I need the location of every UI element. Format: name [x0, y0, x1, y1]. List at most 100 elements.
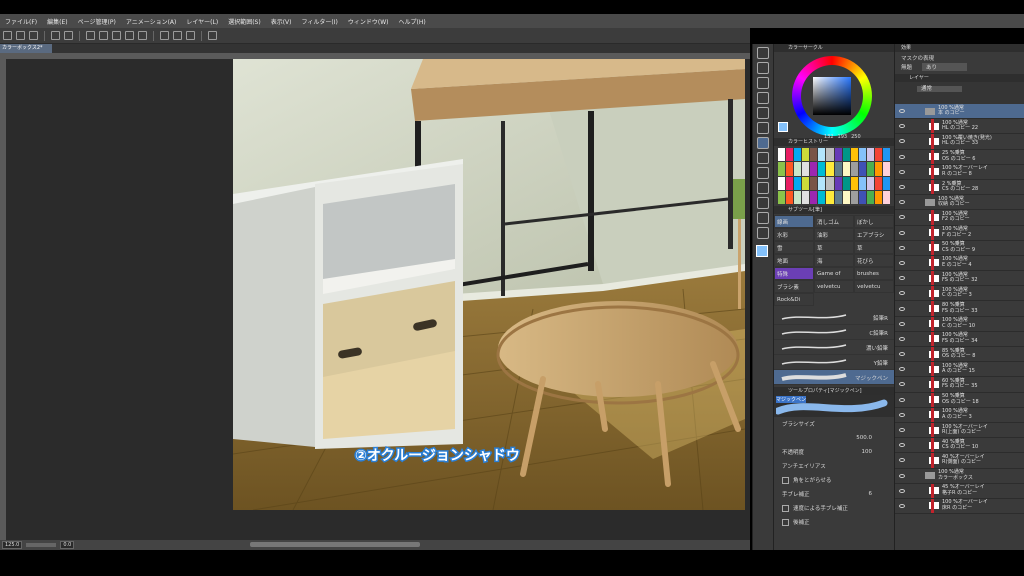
current-color-swatch[interactable] — [778, 122, 788, 132]
select-tool-icon[interactable] — [757, 92, 769, 104]
visibility-eye-icon[interactable] — [899, 473, 905, 478]
history-swatch[interactable] — [802, 162, 810, 176]
visibility-eye-icon[interactable] — [899, 443, 905, 448]
main-color-swatch[interactable] — [756, 245, 772, 261]
history-swatch[interactable] — [866, 190, 874, 204]
settings-icon[interactable] — [208, 31, 217, 40]
visibility-eye-icon[interactable] — [899, 124, 905, 129]
mask-dropdown[interactable]: あり — [922, 63, 968, 71]
visibility-eye-icon[interactable] — [899, 169, 905, 174]
redo-icon[interactable] — [64, 31, 73, 40]
history-swatch[interactable] — [874, 190, 882, 204]
post-checkbox[interactable] — [782, 518, 789, 526]
layer-folder[interactable]: 100 %通常本 のコピー — [895, 104, 1024, 120]
menu-item-2[interactable]: ページ管理(P) — [73, 17, 121, 26]
history-swatch[interactable] — [842, 148, 850, 162]
subtool-group-2[interactable]: エアブラシ — [854, 228, 894, 241]
zoom-slider[interactable] — [26, 543, 57, 547]
history-swatch[interactable] — [786, 176, 794, 190]
history-swatch[interactable] — [826, 148, 834, 162]
layer-row[interactable]: 100 %オーバーレイ 床R のコピー — [895, 498, 1024, 515]
layer-row[interactable]: 50 %乗算 CS のコピー 9 — [895, 240, 1024, 256]
subtool-group-0[interactable]: 水彩 — [774, 228, 814, 241]
zoom-value[interactable]: 125.0 — [2, 541, 23, 549]
history-swatch[interactable] — [778, 190, 786, 204]
layer-row[interactable]: 40 %乗算 CS のコピー 10 — [895, 438, 1024, 454]
subtool-group-15[interactable]: Rock&Di — [774, 293, 814, 306]
layer-row[interactable]: 2 %乗算 CS のコピー 28 — [895, 179, 1024, 196]
visibility-eye-icon[interactable] — [899, 352, 905, 357]
brush-tool-icon[interactable] — [757, 137, 769, 149]
menu-item-8[interactable]: ウィンドウ(W) — [343, 17, 394, 26]
visibility-eye-icon[interactable] — [899, 260, 905, 265]
subtool-tab-1[interactable]: 線画 — [774, 215, 814, 228]
history-swatch[interactable] — [810, 176, 818, 190]
fill-tool-icon[interactable] — [757, 167, 769, 179]
eraser-tool-icon[interactable] — [757, 152, 769, 164]
layer-row[interactable]: 50 %乗算 OS のコピー 18 — [895, 392, 1024, 408]
history-swatch[interactable] — [834, 148, 842, 162]
history-swatch[interactable] — [866, 148, 874, 162]
layer-row[interactable]: 60 %乗算 FS のコピー 35 — [895, 377, 1024, 393]
visibility-eye-icon[interactable] — [899, 306, 905, 311]
undo-icon[interactable] — [51, 31, 60, 40]
history-swatch[interactable] — [794, 176, 802, 190]
layer-row[interactable]: 100 %通常 FS のコピー 34 — [895, 331, 1024, 347]
menu-item-0[interactable]: ファイル(F) — [0, 17, 42, 26]
subtool-group-10[interactable]: Game of — [814, 267, 854, 280]
history-swatch[interactable] — [874, 148, 882, 162]
visibility-eye-icon[interactable] — [899, 428, 905, 433]
subtool-group-4[interactable]: 草 — [814, 241, 854, 254]
visibility-eye-icon[interactable] — [899, 488, 905, 493]
history-swatch[interactable] — [802, 176, 810, 190]
subtool-group-7[interactable]: 海 — [814, 254, 854, 267]
visibility-eye-icon[interactable] — [899, 230, 905, 235]
brush-item-0[interactable]: 鉛筆R — [774, 310, 894, 325]
visibility-eye-icon[interactable] — [899, 412, 905, 417]
visibility-eye-icon[interactable] — [899, 154, 905, 159]
history-swatch[interactable] — [786, 162, 794, 176]
visibility-eye-icon[interactable] — [899, 215, 905, 220]
snap-icon[interactable] — [173, 31, 182, 40]
history-swatch[interactable] — [786, 190, 794, 204]
zoom-tool-icon[interactable] — [757, 47, 769, 59]
history-swatch[interactable] — [818, 176, 826, 190]
visibility-eye-icon[interactable] — [899, 397, 905, 402]
history-swatch[interactable] — [850, 148, 858, 162]
history-swatch[interactable] — [802, 190, 810, 204]
history-swatch[interactable] — [850, 190, 858, 204]
history-swatch[interactable] — [834, 190, 842, 204]
layer-row[interactable]: 100 %通常 A のコピー 3 — [895, 407, 1024, 423]
history-swatch[interactable] — [858, 190, 866, 204]
layer-row[interactable]: 100 %通常 A のコピー 15 — [895, 362, 1024, 378]
history-swatch[interactable] — [858, 148, 866, 162]
layer-row[interactable]: 100 %通常 FS のコピー 32 — [895, 271, 1024, 287]
history-swatch[interactable] — [778, 162, 786, 176]
layer-row[interactable]: 100 %オーバーレイ R のコピー 8 — [895, 164, 1024, 180]
horizontal-scrollbar[interactable] — [250, 542, 420, 547]
history-swatch[interactable] — [826, 190, 834, 204]
pen-tool-icon[interactable] — [757, 122, 769, 134]
speed-checkbox[interactable] — [782, 504, 789, 512]
menu-item-1[interactable]: 編集(E) — [42, 17, 72, 26]
saturation-square[interactable] — [813, 77, 851, 115]
layer-row[interactable]: 100 %オーバーレイ R(上面) のコピー — [895, 422, 1024, 439]
fill-icon[interactable] — [99, 31, 108, 40]
brush-item-4[interactable]: マジックペン — [774, 370, 894, 385]
visibility-eye-icon[interactable] — [899, 185, 905, 190]
visibility-eye-icon[interactable] — [899, 336, 905, 341]
history-swatch[interactable] — [778, 148, 786, 162]
figure-tool-icon[interactable] — [757, 197, 769, 209]
corner-checkbox[interactable] — [782, 476, 789, 484]
eyedropper-tool-icon[interactable] — [757, 107, 769, 119]
history-swatch[interactable] — [786, 148, 794, 162]
opacity-value[interactable]: 100 — [862, 449, 873, 455]
visibility-eye-icon[interactable] — [899, 245, 905, 250]
subtool-tab-2[interactable]: 消しゴム — [814, 215, 854, 228]
subtool-group-3[interactable]: 雪 — [774, 241, 814, 254]
history-swatch[interactable] — [874, 176, 882, 190]
brush-size-value[interactable]: 500.0 — [856, 435, 872, 441]
canvas-artwork[interactable]: ②オクルージョンシャドウ — [233, 59, 745, 510]
rotate-value[interactable]: 0.0 — [60, 541, 75, 549]
layer-folder[interactable]: 100 %通常 収納 のコピー — [895, 195, 1024, 211]
